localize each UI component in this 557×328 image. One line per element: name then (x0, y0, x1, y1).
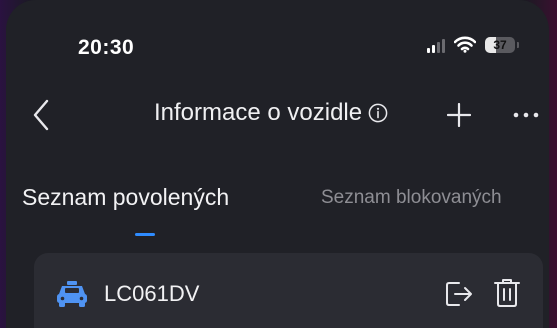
signal-bars-icon (427, 37, 445, 53)
wifi-icon (454, 36, 476, 53)
trash-icon (494, 279, 520, 307)
info-circle-icon (368, 103, 388, 123)
more-options-button[interactable] (511, 100, 541, 130)
delete-vehicle-button[interactable] (492, 277, 522, 309)
license-plate: LC061DV (104, 281, 200, 306)
status-icons: 37 (427, 36, 519, 53)
plus-icon (447, 103, 471, 127)
add-vehicle-button[interactable] (446, 100, 472, 130)
page-title: Informace o vozidle (154, 99, 363, 126)
screen-frame: 20:30 37 Informace o vozidle Seznam povo… (0, 0, 557, 328)
status-time: 20:30 (78, 36, 135, 59)
page-title-row: Informace o vozidle (154, 99, 388, 127)
battery-icon: 37 (485, 36, 515, 53)
back-button[interactable] (28, 95, 54, 135)
chevron-left-icon (33, 99, 49, 131)
export-vehicle-button[interactable] (444, 279, 474, 309)
info-button[interactable] (368, 103, 388, 123)
battery-level: 37 (493, 37, 507, 52)
car-icon (57, 281, 87, 307)
more-horizontal-icon (513, 112, 539, 118)
vehicle-card[interactable]: LC061DV (34, 253, 543, 328)
tab-allowed-list[interactable]: Seznam povolených (22, 184, 229, 211)
phone-screen: 20:30 37 Informace o vozidle Seznam povo… (6, 0, 549, 328)
battery-tip (517, 41, 519, 48)
export-icon (446, 282, 472, 306)
active-tab-indicator (135, 233, 155, 236)
tab-blocked-list[interactable]: Seznam blokovaných (321, 187, 502, 209)
